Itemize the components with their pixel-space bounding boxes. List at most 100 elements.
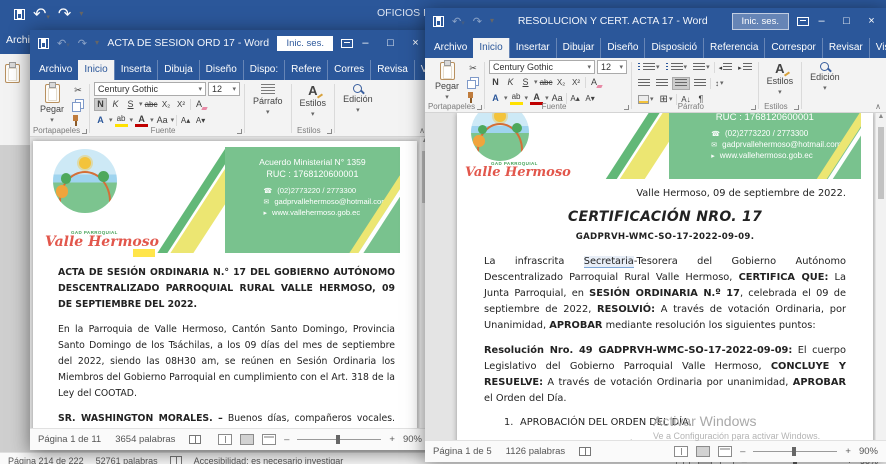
underline-button[interactable]: S — [519, 76, 532, 89]
close-button[interactable]: × — [859, 8, 884, 34]
tab-dibujar[interactable]: Dibujar — [556, 38, 601, 58]
ribbon-display-options-icon[interactable] — [797, 17, 809, 26]
font-dialog-launcher[interactable] — [624, 105, 629, 110]
background-accessibility-status[interactable]: Accesibilidad: es necesario investigar — [194, 456, 344, 464]
zoom-slider[interactable] — [753, 451, 837, 452]
undo-button[interactable]: ↶▾ — [452, 15, 465, 28]
save-icon[interactable] — [14, 9, 25, 20]
maximize-button[interactable]: □ — [834, 8, 859, 34]
tab-dibujar[interactable]: Dibuja — [157, 60, 198, 80]
undo-button[interactable]: ↶▾ — [57, 37, 70, 50]
font-name-select[interactable]: Century Gothic▾ — [94, 82, 206, 96]
page-indicator[interactable]: Página 1 de 5 — [433, 446, 492, 457]
multilevel-list-button[interactable]: ▾ — [691, 62, 712, 73]
tab-insertar[interactable]: Inserta — [114, 60, 158, 80]
proofing-icon[interactable] — [189, 435, 201, 444]
zoom-level[interactable]: 90% — [859, 446, 878, 457]
tab-vista[interactable]: Vista — [869, 38, 886, 58]
format-painter-button[interactable] — [466, 92, 476, 101]
superscript-button[interactable]: X² — [570, 76, 583, 89]
redo-button[interactable]: ↷ — [473, 15, 482, 28]
web-layout-icon[interactable] — [262, 434, 276, 445]
numbering-button[interactable]: ▾ — [664, 62, 690, 73]
subscript-button[interactable]: X₂ — [160, 98, 173, 111]
print-layout-icon[interactable] — [696, 446, 710, 457]
sign-in-button[interactable]: Inic. ses. — [732, 13, 790, 30]
tab-inicio[interactable]: Inicio — [473, 38, 508, 58]
save-icon[interactable] — [38, 38, 49, 49]
subscript-button[interactable]: X₂ — [555, 76, 568, 89]
background-word-count[interactable]: 52761 palabras — [96, 456, 158, 464]
web-layout-icon[interactable] — [718, 446, 732, 457]
format-painter-button[interactable] — [71, 115, 81, 125]
maximize-button[interactable]: □ — [378, 30, 403, 56]
bold-button[interactable]: N — [94, 98, 107, 111]
redo-button[interactable]: ↷ — [78, 37, 87, 50]
tab-inicio[interactable]: Inicio — [78, 60, 113, 80]
paragraph-dialog-launcher[interactable] — [751, 105, 756, 110]
background-page-indicator[interactable]: Página 214 de 222 — [8, 456, 84, 464]
tab-archivo[interactable]: Archivo — [428, 38, 473, 58]
tab-correspondencia[interactable]: Correspor — [764, 38, 821, 58]
paste-button[interactable]: Pegar▾ — [431, 60, 463, 101]
clipboard-dialog-launcher[interactable] — [477, 105, 482, 110]
styles-dialog-launcher[interactable] — [327, 129, 332, 134]
clear-formatting-button[interactable]: A — [588, 76, 601, 89]
scrollbar-thumb[interactable] — [878, 127, 884, 199]
zoom-slider[interactable] — [297, 439, 381, 440]
clear-formatting-button[interactable]: A — [193, 98, 206, 111]
page-indicator[interactable]: Página 1 de 11 — [38, 434, 101, 445]
paste-icon[interactable] — [5, 64, 20, 83]
copy-button[interactable] — [72, 102, 81, 112]
zoom-out-button[interactable]: – — [284, 434, 289, 445]
titlebar[interactable]: ↶▾ ↷ ▾ ACTA DE SESION ORD 17 - Word Inic… — [30, 30, 430, 56]
sign-in-button[interactable]: Inic. ses. — [277, 36, 333, 51]
strikethrough-button[interactable]: abc — [145, 98, 158, 111]
editing-button[interactable]: Edición▾ — [339, 82, 377, 125]
read-mode-icon[interactable] — [674, 446, 688, 457]
minimize-button[interactable]: – — [353, 30, 378, 56]
proofing-icon[interactable] — [579, 447, 591, 456]
align-center-button[interactable] — [654, 78, 670, 89]
zoom-level[interactable]: 90% — [403, 434, 422, 445]
tab-correspondencia[interactable]: Corres — [327, 60, 370, 80]
italic-button[interactable]: K — [109, 98, 122, 111]
styles-button[interactable]: A Estilos▾ — [763, 60, 798, 101]
align-left-button[interactable] — [636, 78, 652, 89]
word-count[interactable]: 1126 palabras — [506, 446, 566, 457]
read-mode-icon[interactable] — [218, 434, 232, 445]
styles-dialog-launcher[interactable] — [794, 105, 799, 110]
tab-archivo[interactable]: Archivo — [33, 60, 78, 80]
customize-qat-button[interactable]: ▾ — [79, 10, 83, 18]
tab-disposicion[interactable]: Dispo: — [243, 60, 284, 80]
scroll-up-icon[interactable]: ▲ — [878, 113, 885, 120]
cut-button[interactable]: ✂ — [466, 63, 480, 74]
font-size-select[interactable]: 12▾ — [208, 82, 240, 96]
document-page[interactable]: GAD PARROQUIAL Valle Hermoso Acuerdo Min… — [457, 113, 873, 440]
proofing-icon[interactable] — [170, 456, 182, 464]
increase-indent-button[interactable]: ▸ — [736, 62, 754, 73]
strikethrough-button[interactable]: abc — [540, 76, 553, 89]
font-size-select[interactable]: 12▾ — [597, 60, 627, 74]
bullets-button[interactable]: ▾ — [636, 62, 662, 73]
zoom-in-button[interactable]: + — [389, 434, 395, 445]
save-icon[interactable] — [433, 16, 444, 27]
undo-button[interactable]: ↶▾ — [33, 4, 50, 24]
font-dialog-launcher[interactable] — [237, 129, 242, 134]
styles-button[interactable]: A Estilos▾ — [296, 82, 331, 125]
tab-referencias[interactable]: Referencia — [703, 38, 764, 58]
tab-insertar[interactable]: Insertar — [509, 38, 556, 58]
tab-revisar[interactable]: Revisar — [822, 38, 869, 58]
tab-revisar[interactable]: Revisa — [370, 60, 414, 80]
zoom-in-button[interactable]: + — [845, 446, 851, 457]
paste-button[interactable]: Pegar▾ — [36, 82, 68, 125]
zoom-out-button[interactable]: – — [740, 446, 745, 457]
word-count[interactable]: 3654 palabras — [115, 434, 175, 445]
bold-button[interactable]: N — [489, 76, 502, 89]
print-layout-icon[interactable] — [240, 434, 254, 445]
align-right-button[interactable] — [692, 78, 708, 89]
decrease-indent-button[interactable]: ◂ — [717, 62, 735, 73]
customize-qat-button[interactable]: ▾ — [95, 39, 99, 47]
titlebar[interactable]: ↶▾ ↷ ▾ RESOLUCION Y CERT. ACTA 17 - Word… — [425, 8, 886, 34]
superscript-button[interactable]: X² — [175, 98, 188, 111]
